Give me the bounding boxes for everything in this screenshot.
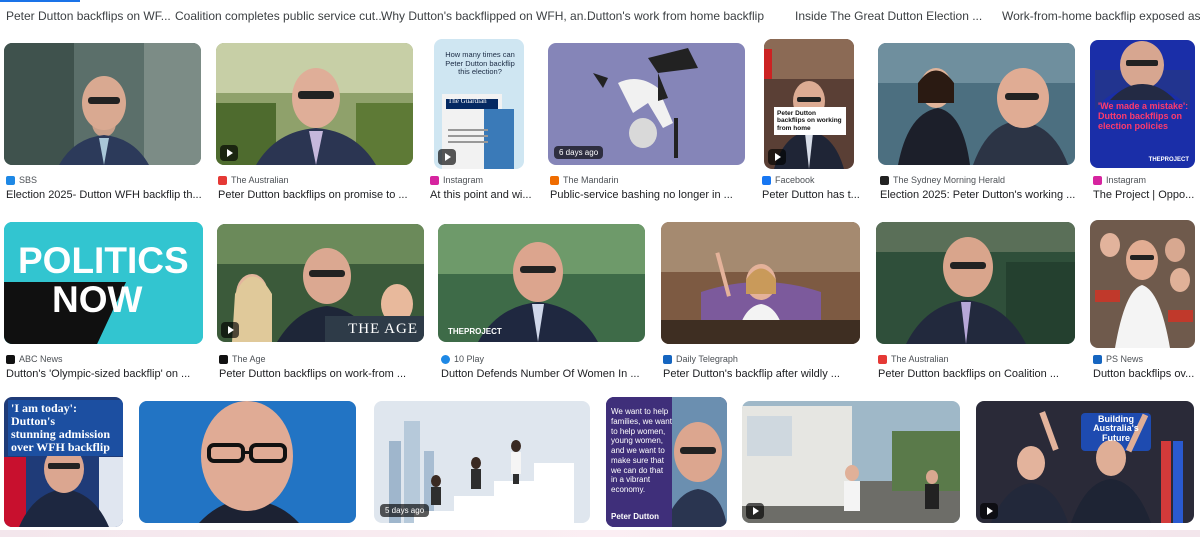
result-thumbnail[interactable]: 'I am today': Dutton's stunning admissio… [4,397,123,527]
result-thumbnail[interactable]: POLITICS NOW [4,222,203,344]
result-title[interactable]: Election 2025: Peter Dutton's working ..… [880,189,1075,201]
result-thumbnail[interactable]: Building Australia's Future [976,401,1194,523]
smh-icon [880,175,889,185]
project-quote: 'We made a mistake': Dutton backflips on… [1098,101,1189,131]
related-link[interactable]: Coalition completes public service cut..… [175,9,385,23]
daily-telegraph-icon [663,354,672,364]
video-play-icon [438,149,456,165]
the-mandarin-icon [550,175,559,185]
related-link[interactable]: Work-from-home backflip exposed as ... [1002,9,1200,23]
sbs-icon [6,175,15,185]
result-source: The Age [219,354,424,364]
result-title[interactable]: Peter Dutton has t... [762,189,862,201]
result-thumbnail[interactable] [4,43,201,165]
result-source: SBS [6,175,201,185]
project-logo: THEPROJECT [1148,157,1189,163]
result-thumbnail[interactable] [878,43,1075,165]
result-source: Instagram [430,175,534,185]
result-thumbnail[interactable]: THEPROJECT [438,224,645,342]
result-thumbnail[interactable]: THE AGE [217,224,424,342]
result-title[interactable]: Peter Dutton backflips on promise to ... [218,189,413,201]
facebook-icon [762,175,771,185]
guardian-logo: The Guardian [448,97,487,105]
result-thumbnail[interactable]: How many times can Peter Dutton backflip… [434,39,524,169]
result-title[interactable]: Dutton Defends Number Of Women In ... [441,368,646,380]
video-play-icon [768,149,786,165]
result-source: Instagram [1093,175,1198,185]
result-title[interactable]: Peter Dutton's backflip after wildly ... [663,368,858,380]
abc-news-icon [6,354,15,364]
result-source: The Sydney Morning Herald [880,175,1075,185]
news-caption: Peter Dutton backflips on working from h… [774,107,846,136]
result-thumbnail[interactable]: Peter Dutton backflips on working from h… [764,39,854,169]
result-thumbnail[interactable] [216,43,413,165]
result-thumbnail[interactable]: We want to help families, we want to hel… [606,397,727,527]
the-australian-icon [218,175,227,185]
result-source: ABC News [6,354,201,364]
thumb-question-text: How many times can Peter Dutton backflip… [445,50,515,77]
result-title[interactable]: Dutton's 'Olympic-sized backflip' on ... [6,368,201,380]
instagram-icon [1093,175,1102,185]
the-australian-icon [878,354,887,364]
result-thumbnail[interactable] [139,401,356,523]
10-play-icon [441,354,450,364]
quote-text: We want to help families, we want to hel… [611,407,672,494]
result-title[interactable]: Peter Dutton backflips on work-from ... [219,368,424,380]
project-logo: THEPROJECT [448,327,502,336]
result-thumbnail[interactable] [1090,220,1195,348]
result-source: Daily Telegraph [663,354,858,364]
result-title[interactable]: At this point and wi... [430,189,534,201]
the-age-logo: THE AGE [348,321,418,337]
result-source: PS News [1093,354,1198,364]
politics-now-logo: POLITICS NOW [18,240,189,320]
ps-news-icon [1093,354,1102,364]
related-link[interactable]: Inside The Great Dutton Election ... [795,9,982,23]
video-play-icon [221,322,239,338]
result-title[interactable]: Dutton backflips ov... [1093,368,1198,380]
result-source: Facebook [762,175,862,185]
result-thumbnail[interactable] [661,222,860,344]
result-thumbnail[interactable] [876,222,1075,344]
related-searches-strip: Peter Dutton backflips on WF... Coalitio… [0,0,1200,30]
video-play-icon [980,503,998,519]
result-thumbnail[interactable]: 'We made a mistake': Dutton backflips on… [1090,40,1195,168]
video-play-icon [220,145,238,161]
campaign-sign: Building Australia's Future [1093,414,1139,443]
video-play-icon [746,503,764,519]
result-source: The Mandarin [550,175,745,185]
instagram-icon [430,175,439,185]
page-footer-bar [0,530,1200,537]
result-source: The Australian [218,175,413,185]
result-title[interactable]: The Project | Oppo... [1093,189,1198,201]
headline-overlay: 'I am today': Dutton's stunning admissio… [8,400,123,456]
result-title[interactable]: Public-service bashing no longer in ... [550,189,745,201]
quote-author: Peter Dutton [611,512,659,521]
related-link[interactable]: Why Dutton's backflipped on WFH, an... [381,9,593,23]
result-source: 10 Play [441,354,646,364]
age-badge: 5 days ago [380,504,430,517]
the-age-icon [219,354,228,364]
result-title[interactable]: Election 2025- Dutton WFH backflip th... [6,189,201,201]
result-thumbnail[interactable]: 6 days ago [548,43,745,165]
related-link[interactable]: Dutton's work from home backflip [587,9,764,23]
result-thumbnail[interactable] [742,401,960,523]
related-link[interactable]: Peter Dutton backflips on WF... [6,9,171,23]
result-thumbnail[interactable]: 5 days ago [374,401,590,523]
age-badge: 6 days ago [554,146,604,159]
result-title[interactable]: Peter Dutton backflips on Coalition ... [878,368,1073,380]
result-source: The Australian [878,354,1073,364]
top-accent-line [0,0,80,2]
